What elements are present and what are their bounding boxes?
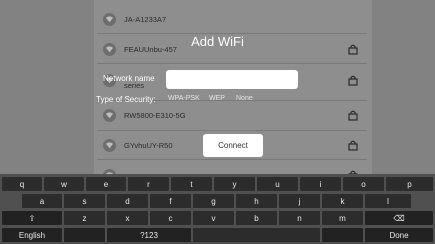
wifi-name: JA-A1233A7 (124, 14, 167, 24)
divider (97, 63, 367, 64)
key-u[interactable]: u (257, 177, 298, 191)
key-g[interactable]: g (193, 194, 234, 208)
network-name-label: Network name (103, 74, 155, 83)
key-f[interactable]: f (150, 194, 191, 208)
onscreen-keyboard: q w e r t y u i o p a s d f g h j k l ⇧ … (0, 174, 435, 244)
key-t[interactable]: t (171, 177, 212, 191)
wifi-row-label-overlay: GYvhuUY-R50 (97, 131, 207, 159)
dialog-title: Add WiFi (191, 34, 244, 49)
network-name-input[interactable] (166, 70, 298, 89)
screen: JA-A1233A7 FEAUUnbu-457 series RW5800-E3… (0, 0, 435, 244)
key-p[interactable]: p (386, 177, 433, 191)
key-x[interactable]: x (107, 211, 148, 225)
security-option-wep[interactable]: WEP (209, 95, 225, 102)
key-period[interactable] (322, 228, 363, 242)
key-e[interactable]: e (86, 177, 126, 191)
lock-icon (348, 140, 358, 151)
key-l[interactable]: l (365, 194, 411, 208)
key-comma[interactable] (64, 228, 105, 242)
lock-icon (348, 75, 358, 86)
key-v[interactable]: v (193, 211, 234, 225)
key-s[interactable]: s (64, 194, 105, 208)
key-j[interactable]: j (279, 194, 320, 208)
shift-key[interactable]: ⇧ (2, 211, 62, 225)
key-h[interactable]: h (236, 194, 277, 208)
language-key[interactable]: English (2, 228, 62, 242)
divider (97, 159, 367, 160)
wifi-name: RW5800-E310-5G (124, 110, 186, 120)
wifi-row[interactable]: JA-A1233A7 (97, 5, 367, 33)
key-n[interactable]: n (279, 211, 320, 225)
key-z[interactable]: z (64, 211, 105, 225)
key-q[interactable]: q (2, 177, 42, 191)
done-key[interactable]: Done (365, 228, 433, 242)
key-b[interactable]: b (236, 211, 277, 225)
security-type-label: Type of Security: (96, 95, 156, 104)
key-o[interactable]: o (343, 177, 384, 191)
wifi-row[interactable]: RW5800-E310-5G (97, 101, 367, 129)
space-key[interactable] (193, 228, 320, 242)
key-r[interactable]: r (128, 177, 169, 191)
security-option-wpa-psk[interactable]: WPA-PSK (168, 95, 200, 102)
key-k[interactable]: k (322, 194, 363, 208)
security-option-none[interactable]: None (236, 95, 253, 102)
wifi-signal-icon (103, 108, 116, 122)
backspace-key[interactable]: ⌫ (365, 211, 433, 225)
key-w[interactable]: w (44, 177, 84, 191)
wifi-signal-icon (103, 12, 116, 26)
lock-icon (348, 110, 358, 121)
key-d[interactable]: d (107, 194, 148, 208)
symbols-key[interactable]: ?123 (107, 228, 191, 242)
key-a[interactable]: a (22, 194, 62, 208)
wifi-name: GYvhuUY-R50 (124, 140, 173, 150)
key-m[interactable]: m (322, 211, 363, 225)
connect-button[interactable]: Connect (203, 134, 263, 157)
key-c[interactable]: c (150, 211, 191, 225)
key-i[interactable]: i (300, 177, 341, 191)
key-y[interactable]: y (214, 177, 255, 191)
